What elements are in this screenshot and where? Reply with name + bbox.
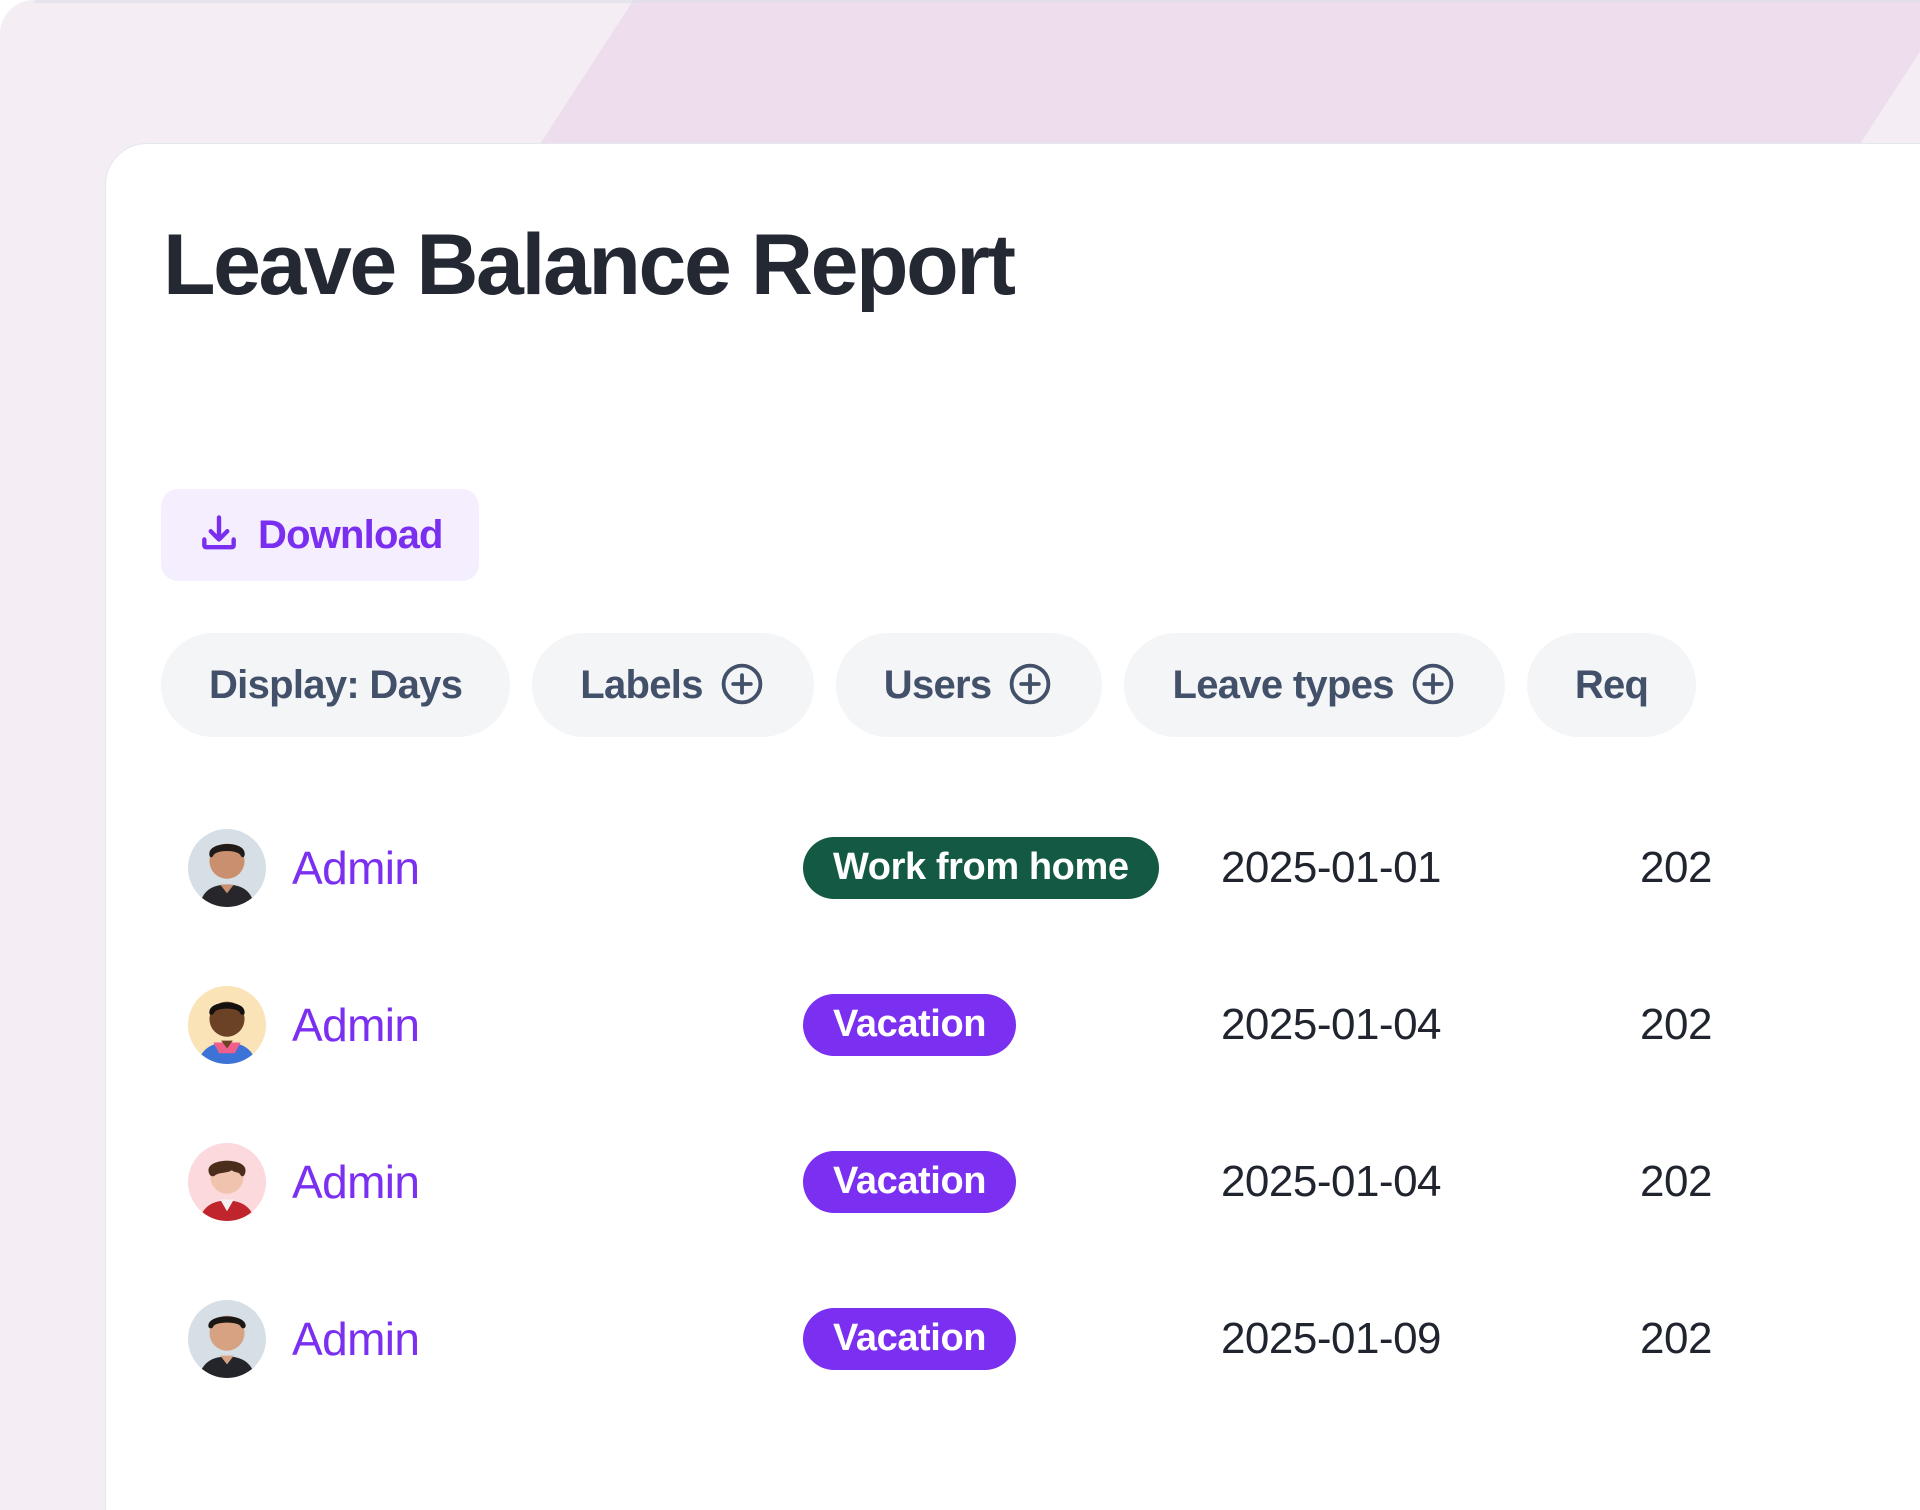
table-row: Admin Vacation 2025-01-04 202 bbox=[106, 946, 1920, 1103]
status-badge: Work from home bbox=[803, 836, 1159, 899]
cell-date-to: 202 bbox=[1506, 843, 1846, 893]
cell-leave-type: Vacation bbox=[803, 1150, 1017, 1213]
download-button[interactable]: Download bbox=[161, 489, 479, 581]
cell-leave-type: Vacation bbox=[803, 993, 1017, 1056]
circle-plus-icon bbox=[718, 660, 766, 711]
chip-labels[interactable]: Labels bbox=[532, 633, 814, 737]
cell-leave-type: Vacation bbox=[803, 1307, 1017, 1370]
chip-label: Labels bbox=[580, 662, 703, 707]
download-button-label: Download bbox=[258, 512, 444, 557]
cell-date-from: 2025-01-09 bbox=[1161, 1314, 1501, 1364]
page-background: Leave Balance Report Download Display: D… bbox=[0, 0, 1920, 1510]
status-badge: Vacation bbox=[803, 993, 1017, 1056]
leave-balance-table: Admin Work from home 2025-01-01 202 Admi… bbox=[106, 789, 1920, 1417]
cell-date-to: 202 bbox=[1506, 1314, 1846, 1364]
date-value: 2025-01-04 bbox=[1220, 999, 1442, 1049]
status-badge: Vacation bbox=[803, 1150, 1017, 1213]
cell-date-from: 2025-01-04 bbox=[1161, 1000, 1501, 1050]
table-row: Admin Vacation 2025-01-04 202 bbox=[106, 1103, 1920, 1260]
status-badge: Vacation bbox=[803, 1307, 1017, 1370]
cell-leave-type: Work from home bbox=[803, 836, 1159, 899]
chip-label: Leave types bbox=[1172, 662, 1394, 707]
top-divider bbox=[34, 0, 1920, 3]
date-value: 2025-01-01 bbox=[1220, 842, 1442, 892]
circle-plus-icon bbox=[1006, 660, 1054, 711]
cell-date-to: 202 bbox=[1506, 1157, 1846, 1207]
avatar bbox=[188, 828, 266, 907]
date-value: 202 bbox=[1640, 999, 1712, 1049]
avatar bbox=[188, 1142, 266, 1221]
cell-user: Admin bbox=[188, 1142, 420, 1221]
cell-user: Admin bbox=[188, 828, 420, 907]
cell-user: Admin bbox=[188, 1299, 420, 1378]
circle-plus-icon bbox=[1409, 660, 1457, 711]
chip-users[interactable]: Users bbox=[835, 633, 1103, 737]
chip-label: Display: Days bbox=[209, 662, 463, 707]
chip-requests[interactable]: Req bbox=[1526, 633, 1697, 737]
filter-chip-row: Display: Days Labels Users Leave types R… bbox=[161, 633, 1697, 737]
table-row: Admin Work from home 2025-01-01 202 bbox=[106, 789, 1920, 946]
chip-label: Req bbox=[1574, 662, 1649, 707]
user-link[interactable]: Admin bbox=[292, 841, 420, 895]
user-link[interactable]: Admin bbox=[292, 998, 420, 1052]
cell-date-from: 2025-01-04 bbox=[1161, 1157, 1501, 1207]
chip-leave-types[interactable]: Leave types bbox=[1124, 633, 1505, 737]
avatar bbox=[188, 1299, 266, 1378]
page-title: Leave Balance Report bbox=[163, 217, 1016, 313]
user-link[interactable]: Admin bbox=[292, 1312, 420, 1366]
date-value: 202 bbox=[1640, 842, 1712, 892]
report-card: Leave Balance Report Download Display: D… bbox=[105, 143, 1920, 1510]
cell-user: Admin bbox=[188, 985, 420, 1064]
user-link[interactable]: Admin bbox=[292, 1155, 420, 1209]
download-icon bbox=[197, 512, 241, 559]
cell-date-to: 202 bbox=[1506, 1000, 1846, 1050]
date-value: 202 bbox=[1640, 1313, 1712, 1363]
chip-display-days[interactable]: Display: Days bbox=[161, 633, 511, 737]
avatar bbox=[188, 985, 266, 1064]
chip-label: Users bbox=[883, 662, 992, 707]
table-row: Admin Vacation 2025-01-09 202 bbox=[106, 1260, 1920, 1417]
date-value: 202 bbox=[1640, 1156, 1712, 1206]
date-value: 2025-01-04 bbox=[1220, 1156, 1442, 1206]
date-value: 2025-01-09 bbox=[1220, 1313, 1442, 1363]
cell-date-from: 2025-01-01 bbox=[1161, 843, 1501, 893]
